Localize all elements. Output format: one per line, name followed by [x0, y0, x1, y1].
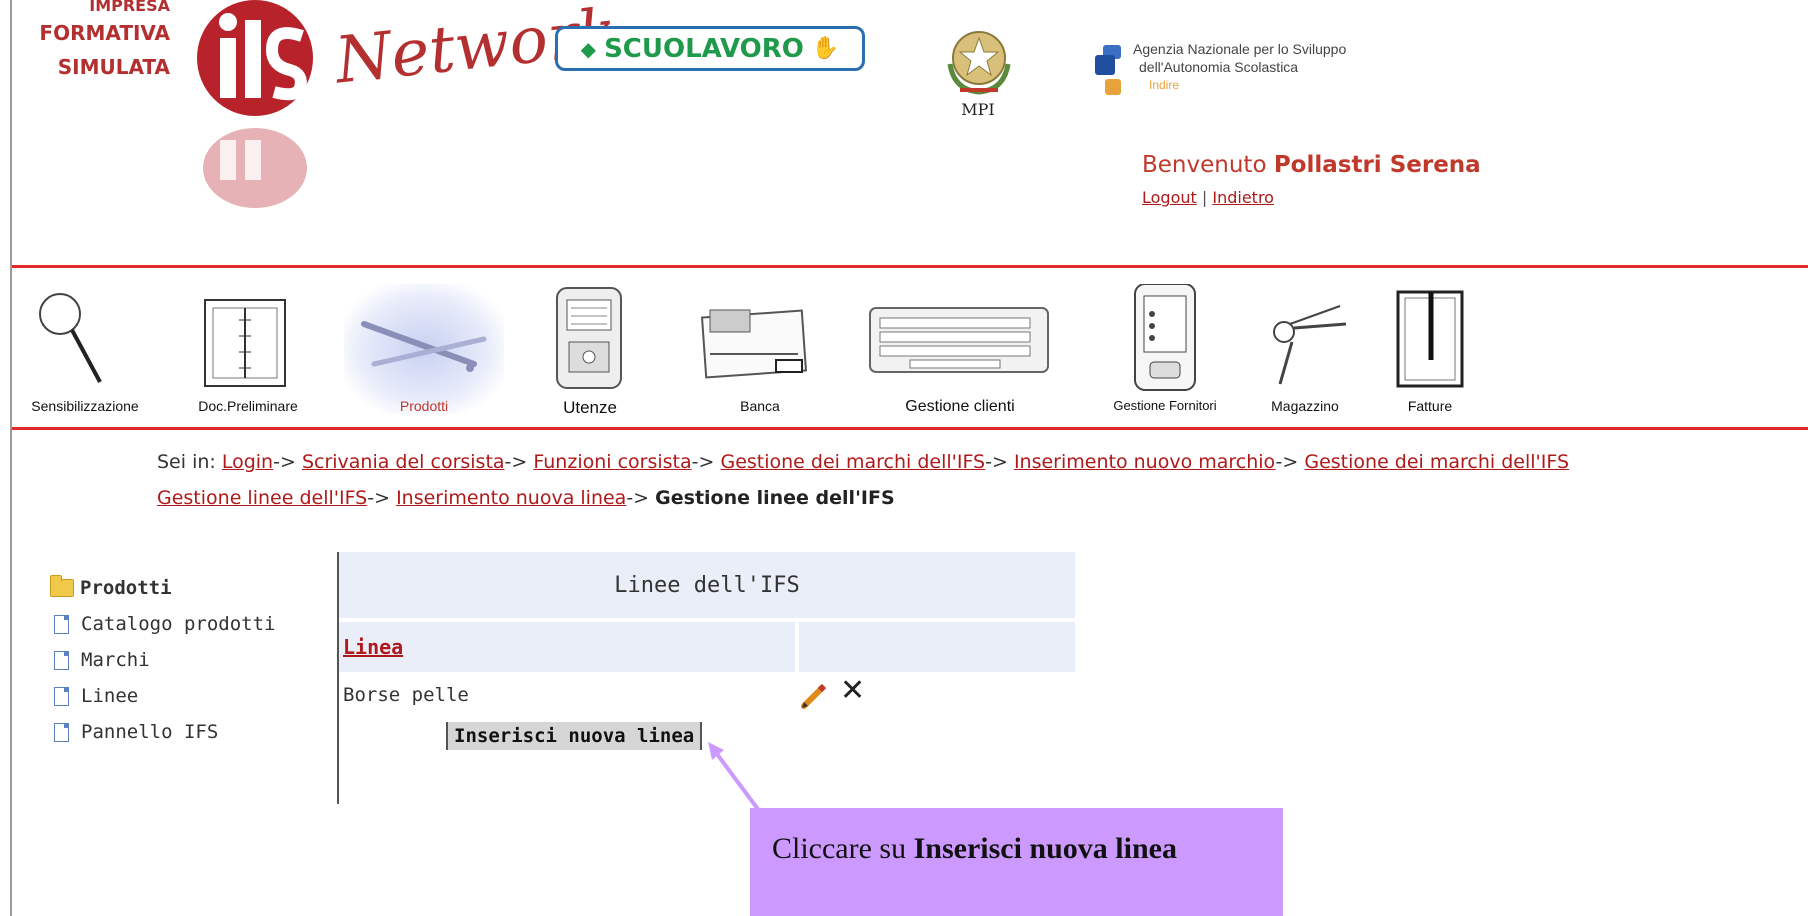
- column-header-linea[interactable]: Linea: [339, 622, 795, 672]
- callout-text: Cliccare su: [772, 832, 907, 865]
- sidebar-title[interactable]: Prodotti: [50, 570, 275, 606]
- breadcrumb-current: Gestione linee dell'IFS: [655, 487, 895, 509]
- breadcrumb: Sei in: Login-> Scrivania del corsista->…: [157, 444, 1808, 516]
- ifs-logo: [197, 0, 313, 208]
- nav-label: Utenze: [563, 398, 617, 417]
- breadcrumb-link-marchi-2[interactable]: Gestione dei marchi dell'IFS: [1304, 451, 1569, 473]
- nav-fatture[interactable]: Fatture: [1375, 284, 1485, 414]
- nav-label: Gestione Fornitori: [1113, 398, 1217, 413]
- table-row: Borse pelle: [343, 684, 469, 706]
- sidebar-item-marchi[interactable]: Marchi: [50, 642, 275, 678]
- user-name: Pollastri Serena: [1273, 152, 1481, 178]
- indire-label: Indire: [1149, 78, 1180, 92]
- nav-label: Sensibilizzazione: [31, 398, 139, 414]
- breadcrumb-arrow: ->: [626, 487, 650, 509]
- brand-line: FORMATIVA: [39, 21, 170, 45]
- table-title: Linee dell'IFS: [339, 552, 1075, 618]
- page-left-border: [10, 0, 12, 916]
- nav-banca[interactable]: Banca: [690, 284, 830, 414]
- nav-label: Prodotti: [399, 398, 449, 414]
- page-icon: [54, 650, 69, 670]
- welcome-prefix: Benvenuto: [1142, 152, 1267, 178]
- meter-icon: [556, 287, 622, 389]
- keys-icon: [1273, 305, 1347, 385]
- card-icon: [700, 309, 808, 379]
- breadcrumb-arrow: ->: [504, 451, 528, 473]
- instruction-callout: Cliccare su Inserisci nuova linea: [750, 808, 1283, 916]
- delete-icon[interactable]: ✕: [840, 676, 865, 706]
- nav-doc-preliminare[interactable]: Doc.Preliminare: [175, 284, 321, 414]
- breadcrumb-arrow: ->: [367, 487, 391, 509]
- nav-label: Doc.Preliminare: [198, 398, 298, 414]
- agenzia-line: dell'Autonomia Scolastica: [1139, 59, 1299, 75]
- sidebar-item-label: Catalogo prodotti: [81, 613, 276, 635]
- brand-text: IMPRESA FORMATIVA SIMULATA: [10, 0, 170, 84]
- binder-icon: [204, 299, 286, 387]
- pda-icon: [1134, 283, 1196, 391]
- insert-new-line-button[interactable]: Inserisci nuova linea: [446, 722, 703, 750]
- nav-gestione-fornitori[interactable]: Gestione Fornitori: [1090, 283, 1240, 413]
- agenzia-line: Agenzia Nazionale per lo Sviluppo: [1133, 41, 1347, 57]
- sort-link-linea[interactable]: Linea: [343, 635, 403, 659]
- indire-logo-icon: [1095, 45, 1121, 95]
- nav-divider: [12, 427, 1808, 430]
- logout-link[interactable]: Logout: [1142, 188, 1197, 207]
- breadcrumb-link-marchi[interactable]: Gestione dei marchi dell'IFS: [720, 451, 985, 473]
- breadcrumb-link-login[interactable]: Login: [222, 451, 273, 473]
- nav-prodotti[interactable]: Prodotti: [344, 284, 504, 414]
- nav-label: Fatture: [1407, 398, 1453, 414]
- sidebar-item-label: Pannello IFS: [81, 721, 219, 743]
- sidebar: Prodotti Catalogo prodotti Marchi Linee …: [50, 570, 275, 750]
- breadcrumb-link-funzioni[interactable]: Funzioni corsista: [533, 451, 691, 473]
- page-icon: [54, 686, 69, 706]
- breadcrumb-link-linee[interactable]: Gestione linee dell'IFS: [157, 487, 367, 509]
- sidebar-item-catalogo[interactable]: Catalogo prodotti: [50, 606, 275, 642]
- pencil-icon[interactable]: [800, 682, 828, 710]
- welcome-message: Benvenuto Pollastri Serena: [1142, 152, 1481, 178]
- sidebar-item-pannello[interactable]: Pannello IFS: [50, 714, 275, 750]
- back-link[interactable]: Indietro: [1212, 188, 1274, 207]
- magnifier-icon: [39, 293, 102, 383]
- page-icon: [54, 722, 69, 742]
- brand-line: IMPRESA: [89, 0, 170, 12]
- pens-icon: [361, 321, 487, 372]
- document-icon: [1396, 290, 1464, 388]
- scuolavoro-logo: ◆ SCUOLAVORO ✋: [555, 26, 865, 71]
- diamond-icon: ◆: [580, 36, 597, 61]
- folder-icon: [50, 575, 74, 597]
- user-links: Logout | Indietro: [1142, 188, 1274, 207]
- hand-icon: ✋: [811, 36, 840, 61]
- nav-label: Magazzino: [1271, 398, 1339, 414]
- page-icon: [54, 614, 69, 634]
- mpi-label: MPI: [961, 100, 995, 119]
- breadcrumb-arrow: ->: [1275, 451, 1299, 473]
- sidebar-item-label: Marchi: [81, 649, 150, 671]
- breadcrumb-arrow: ->: [691, 451, 715, 473]
- brand-line: SIMULATA: [57, 55, 170, 79]
- keyboard-icon: [869, 307, 1049, 373]
- sidebar-item-label: Linee: [81, 685, 139, 707]
- nav-gestione-clienti[interactable]: Gestione clienti: [860, 284, 1060, 416]
- sidebar-item-linee[interactable]: Linee: [50, 678, 275, 714]
- scuolavoro-text: SCUOLAVORO: [604, 33, 804, 64]
- nav-utenze[interactable]: Utenze: [525, 284, 655, 418]
- breadcrumb-link-nuova-linea[interactable]: Inserimento nuova linea: [396, 487, 626, 509]
- agenzia-text: Agenzia Nazionale per lo Sviluppo dell'A…: [1133, 40, 1346, 94]
- link-separator: |: [1201, 188, 1208, 207]
- breadcrumb-prefix: Sei in:: [157, 451, 216, 473]
- nav-label: Banca: [740, 398, 780, 414]
- italian-emblem-icon: [947, 31, 1011, 95]
- breadcrumb-arrow: ->: [985, 451, 1008, 473]
- header-divider: [12, 265, 1808, 268]
- column-header-actions: [799, 622, 1075, 672]
- sidebar-title-label: Prodotti: [80, 577, 172, 599]
- breadcrumb-link-scrivania[interactable]: Scrivania del corsista: [302, 451, 505, 473]
- callout-bold-text: Inserisci nuova linea: [913, 832, 1177, 865]
- nav-label: Gestione clienti: [905, 398, 1015, 415]
- nav-sensibilizzazione[interactable]: Sensibilizzazione: [12, 284, 158, 414]
- nav-magazzino[interactable]: Magazzino: [1250, 284, 1360, 414]
- breadcrumb-arrow: ->: [273, 451, 296, 473]
- breadcrumb-link-nuovo-marchio[interactable]: Inserimento nuovo marchio: [1014, 451, 1276, 473]
